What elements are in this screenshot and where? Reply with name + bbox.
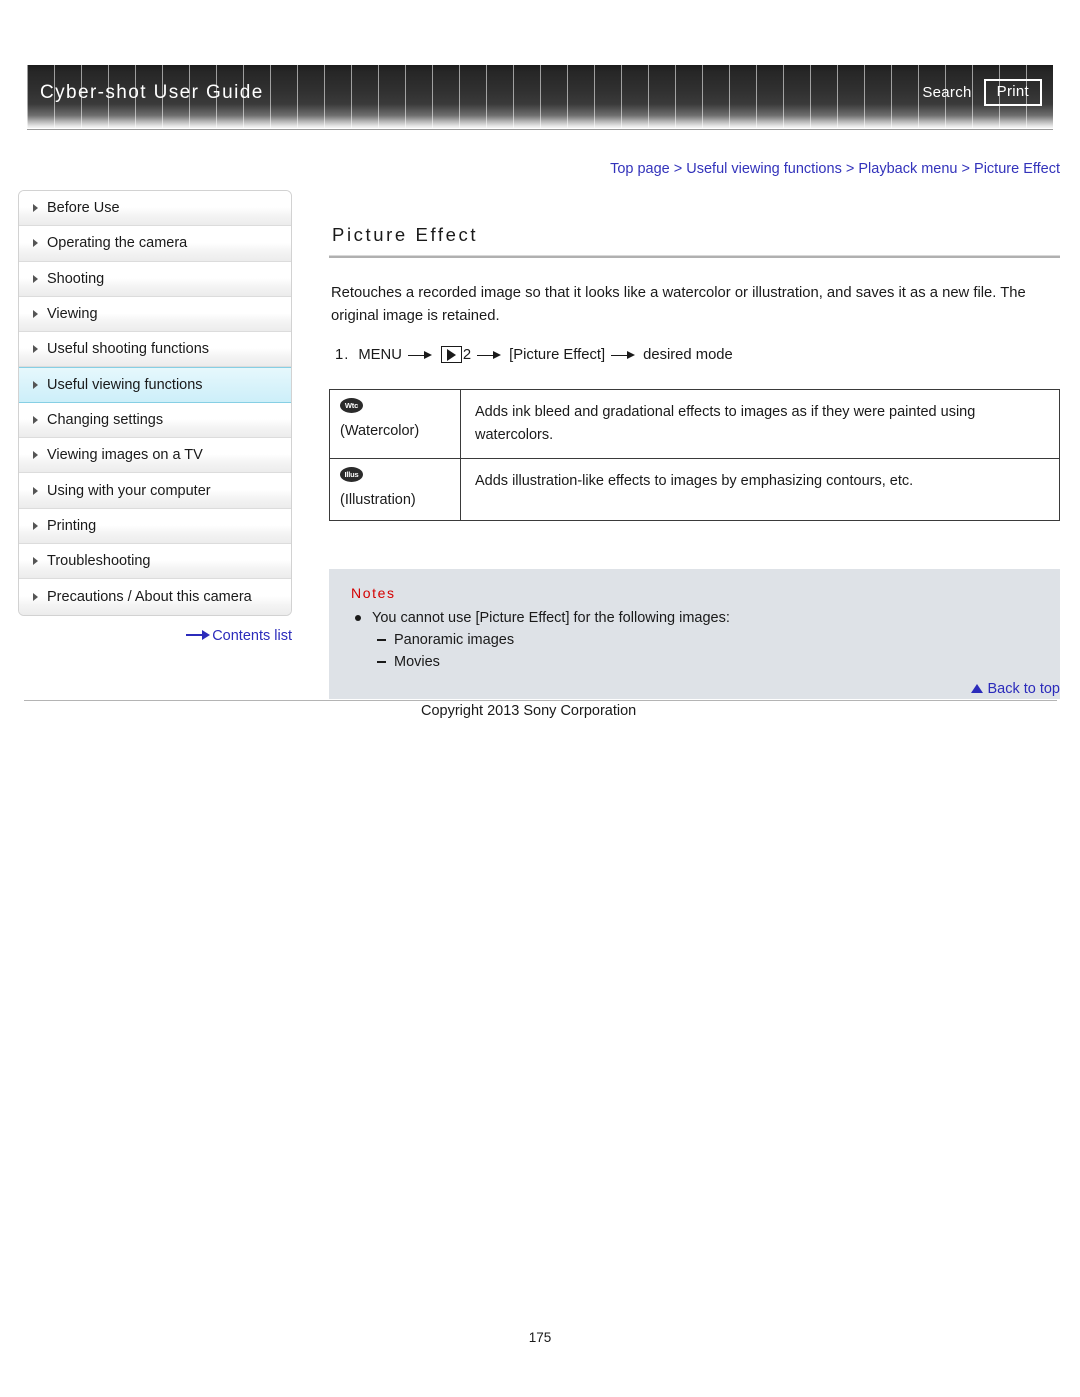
triangle-right-icon [33,239,38,248]
sidebar-item-shooting[interactable]: Shooting [19,261,291,297]
step-menu-page: 2 [462,346,472,363]
sidebar-item-changing-settings[interactable]: Changing settings [19,402,291,439]
note-text: You cannot use [Picture Effect] for the … [372,610,730,626]
sidebar-item-useful-viewing-functions[interactable]: Useful viewing functions [19,367,291,403]
table-row: Illus (Illustration) Adds illustration-l… [329,458,1060,521]
sidebar-item-viewing[interactable]: Viewing [19,296,291,333]
notes-sublist: Panoramic images Movies [372,629,1042,673]
sidebar-item-label: Shooting [47,270,105,287]
notes-heading: Notes [351,585,396,601]
triangle-up-icon [971,684,984,693]
breadcrumb-item-useful-viewing-functions[interactable]: Useful viewing functions [686,161,842,177]
sidebar-item-label: Viewing [47,306,98,323]
arrow-right-icon [611,350,637,360]
list-item: Movies [372,651,1042,673]
footer-divider [24,700,1057,701]
triangle-right-icon [33,310,38,319]
arrow-right-icon [186,630,211,640]
triangle-right-icon [33,381,38,390]
step-number: 1. [335,346,350,363]
picture-effect-modes-table: Wtc (Watercolor) Adds ink bleed and grad… [329,389,1060,521]
sidebar-item-operating-the-camera[interactable]: Operating the camera [19,226,291,262]
list-item: Panoramic images [372,629,1042,651]
breadcrumb-item-playback-menu[interactable]: Playback menu [858,161,957,177]
sidebar-item-using-with-your-computer[interactable]: Using with your computer [19,473,291,509]
playback-icon [440,346,462,363]
notes-section: Notes You cannot use [Picture Effect] fo… [329,569,1060,699]
header-actions: Search Print [922,79,1042,106]
header-bar: Cyber-shot User Guide Search Print [27,65,1053,128]
sidebar-item-label: Changing settings [47,411,164,428]
sidebar-item-useful-shooting-functions[interactable]: Useful shooting functions [19,332,291,368]
triangle-right-icon [33,345,38,354]
breadcrumb-item-picture-effect[interactable]: Picture Effect [974,161,1060,177]
triangle-right-icon [33,451,38,460]
triangle-right-icon [33,557,38,566]
step-menu-label: MENU [358,346,402,363]
page-number: 175 [528,1330,552,1345]
site-title: Cyber-shot User Guide [40,82,264,103]
title-divider [329,255,1060,258]
table-cell-mode: Wtc (Watercolor) [329,389,461,459]
step-result-label: desired mode [643,346,733,363]
sidebar-item-viewing-images-on-a-tv[interactable]: Viewing images on a TV [19,438,291,474]
triangle-right-icon [33,415,38,424]
sidebar-item-printing[interactable]: Printing [19,508,291,544]
step-item-label: [Picture Effect] [509,346,606,363]
table-row: Wtc (Watercolor) Adds ink bleed and grad… [329,389,1060,459]
back-to-top-link[interactable]: Back to top [329,681,1060,697]
triangle-right-icon [33,274,38,283]
copyright-text: Copyright 2013 Sony Corporation [421,703,637,719]
table-cell-mode: Illus (Illustration) [329,458,461,521]
triangle-right-icon [33,592,38,601]
illustration-badge-icon: Illus [340,467,363,482]
search-button[interactable]: Search [922,84,971,101]
contents-list-label: Contents list [212,628,292,644]
notes-list: You cannot use [Picture Effect] for the … [347,607,1042,673]
sidebar-item-label: Troubleshooting [47,553,151,570]
main-content: Picture Effect Retouches a recorded imag… [329,224,1060,737]
intro-paragraph: Retouches a recorded image so that it lo… [331,285,1026,324]
breadcrumb-separator: > [961,161,970,177]
table-cell-description: Adds ink bleed and gradational effects t… [460,389,1060,459]
watercolor-badge-icon: Wtc [340,398,363,413]
breadcrumb: Top page > Useful viewing functions > Pl… [0,161,1060,177]
list-item: You cannot use [Picture Effect] for the … [351,607,1042,673]
sidebar-item-precautions-about-this-camera[interactable]: Precautions / About this camera [19,579,291,615]
sidebar-item-troubleshooting[interactable]: Troubleshooting [19,543,291,580]
sidebar-item-label: Useful viewing functions [47,377,203,394]
back-to-top-label: Back to top [987,681,1060,697]
sidebar-item-before-use[interactable]: Before Use [19,191,291,227]
breadcrumb-separator: > [845,161,855,177]
sidebar-item-label: Precautions / About this camera [47,588,252,605]
site-header: Cyber-shot User Guide Search Print [27,65,1053,132]
page-title: Picture Effect [332,224,479,245]
sidebar-item-label: Using with your computer [47,482,211,499]
sidebar-item-label: Viewing images on a TV [47,447,203,464]
triangle-right-icon [33,521,38,530]
triangle-right-icon [33,486,38,495]
table-cell-description: Adds illustration-like effects to images… [460,458,1060,521]
arrow-right-icon [477,350,503,360]
sidebar-item-label: Before Use [47,200,120,217]
triangle-right-icon [33,204,38,213]
sidebar-item-label: Operating the camera [47,235,188,252]
arrow-right-icon [407,350,434,360]
sidebar-item-label: Printing [47,517,97,534]
print-button[interactable]: Print [983,79,1042,106]
contents-list-link[interactable]: Contents list [18,628,292,644]
mode-label: (Illustration) [340,492,416,508]
header-divider [27,129,1053,130]
sidebar-item-label: Useful shooting functions [47,341,210,358]
sidebar-nav: Before Use Operating the camera Shooting… [18,190,292,616]
menu-path-step: 1. MENU 2 [Picture Effect] desired mode [335,346,1060,363]
breadcrumb-separator: > [673,161,683,177]
mode-label: (Watercolor) [340,423,420,439]
breadcrumb-item-top-page[interactable]: Top page [610,161,670,177]
